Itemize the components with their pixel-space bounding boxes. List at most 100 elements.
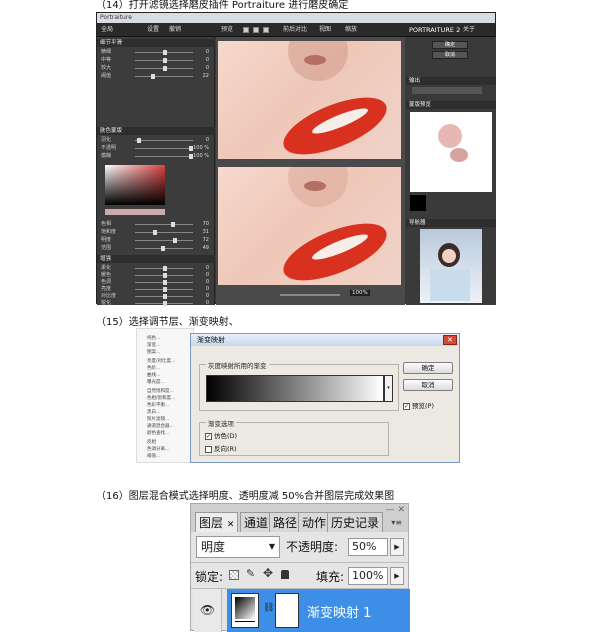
slider-saturation[interactable]: 饱和度 31 — [101, 229, 211, 236]
toolbar-view[interactable]: 视图 — [319, 23, 331, 37]
section-enhance[interactable]: 增强 — [97, 255, 215, 263]
menu-item[interactable]: 通道混合器... — [147, 423, 174, 429]
toolbar-undo[interactable]: 撤销 — [169, 23, 181, 37]
toolbar-compare[interactable]: 前后对比 — [283, 23, 307, 37]
zoom-slider[interactable] — [280, 294, 340, 296]
cancel-button[interactable]: 取消 — [403, 379, 453, 391]
step-14-text: （14）打开滤镜选择磨皮插件 Portraiture 进行磨皮确定 — [96, 0, 349, 11]
fill-input[interactable]: 100% — [348, 567, 388, 585]
menu-item[interactable]: 曝光度... — [147, 379, 165, 385]
slider-hue[interactable]: 色相 70 — [101, 221, 211, 228]
slider-lightness[interactable]: 明度 72 — [101, 237, 211, 244]
slider-tint[interactable]: 色调 0 — [101, 279, 211, 286]
tab-layers[interactable]: 图层 ✕ — [195, 512, 239, 532]
gradient-map-dialog: 渐变映射 ✕ 灰度映射所用的渐变 ▾ 渐变选项 ✓ 仿色(D) 反向(R) 确定 … — [190, 333, 460, 463]
menu-item[interactable]: 色彩平衡... — [147, 402, 169, 408]
section-output[interactable]: 输出 — [406, 77, 496, 85]
tab-actions[interactable]: 动作 — [298, 512, 331, 532]
menu-item[interactable]: 自然饱和度... — [147, 388, 174, 394]
fill-label: 填充: — [316, 570, 345, 584]
fill-arrow-icon[interactable]: ▶ — [390, 567, 404, 585]
menu-item[interactable]: 纯色... — [147, 335, 160, 341]
portraiture-toolbar: 全局 设置 撤销 预览 前后对比 视图 缩放 PORTRAITURE 2 关于 — [97, 23, 495, 37]
double-view-icon[interactable] — [263, 27, 269, 33]
zoom-value[interactable]: 100% — [350, 290, 370, 296]
section-detail-smoothing[interactable]: 细节平滑 — [97, 39, 215, 47]
menu-item[interactable]: 色相/饱和度... — [147, 395, 175, 401]
slider-sharpen[interactable]: 锐化 0 — [101, 300, 211, 307]
menu-item[interactable]: 图案... — [147, 349, 160, 355]
section-mask-preview[interactable]: 蒙版预览 — [406, 101, 496, 109]
gradient-dropdown-arrow[interactable]: ▾ — [384, 375, 393, 402]
menu-item[interactable]: 反相 — [147, 439, 156, 445]
menu-item[interactable]: 曲线... — [147, 372, 160, 378]
layer-name[interactable]: 渐变映射 1 — [307, 602, 371, 621]
single-view-icon[interactable] — [243, 27, 249, 33]
lock-image-icon[interactable]: ✎ — [246, 567, 255, 580]
tab-history[interactable]: 历史记录 — [327, 512, 384, 532]
output-select[interactable] — [412, 87, 482, 94]
slider-range[interactable]: 范围 49 — [101, 245, 211, 252]
menu-item[interactable]: 色调分离... — [147, 446, 169, 452]
slider-brightness[interactable]: 亮度 0 — [101, 286, 211, 293]
menu-item[interactable]: 照片滤镜... — [147, 416, 169, 422]
slider-feather[interactable]: 羽化 0 — [101, 137, 211, 144]
toolbar-zoom[interactable]: 缩放 — [345, 23, 357, 37]
toolbar-preview[interactable]: 预览 — [221, 23, 233, 37]
slider-warmth[interactable]: 暖色 0 — [101, 272, 211, 279]
panel-menu-icon[interactable]: ▾≡ — [391, 518, 402, 527]
slider-soften[interactable]: 柔化 0 — [101, 265, 211, 272]
menu-item[interactable]: 亮度/对比度... — [147, 358, 175, 364]
opacity-arrow-icon[interactable]: ▶ — [390, 538, 404, 556]
tab-paths[interactable]: 路径 — [269, 512, 302, 532]
dither-checkbox[interactable]: ✓ 仿色(D) — [205, 430, 237, 440]
mask-color-swatch[interactable] — [410, 195, 426, 211]
gradient-preview[interactable] — [206, 375, 384, 402]
panel-window-buttons[interactable]: — ✕ — [386, 505, 405, 515]
slider-blur[interactable]: 模糊 100 % — [101, 153, 211, 160]
eye-icon[interactable]: 👁 — [194, 589, 222, 632]
preview-before-image — [218, 41, 401, 159]
preview-checkbox[interactable]: ✓ 预览(P) — [403, 400, 434, 410]
reverse-checkbox[interactable]: 反向(R) — [205, 443, 237, 453]
layer-row-gradient-map[interactable]: ⛓ 渐变映射 1 — [227, 589, 410, 632]
ok-button[interactable]: 确定 — [432, 41, 468, 49]
split-view-icon[interactable] — [253, 27, 259, 33]
section-navigator[interactable]: 导航器 — [406, 219, 496, 227]
slider-threshold[interactable]: 阈值 22 — [101, 73, 211, 80]
close-icon[interactable]: ✕ — [443, 335, 457, 345]
skin-color-picker[interactable] — [105, 165, 165, 205]
opacity-input[interactable]: 50% — [348, 538, 388, 556]
close-tab-icon: ✕ — [226, 520, 235, 530]
slider-medium[interactable]: 中等 0 — [101, 57, 211, 64]
slider-fine[interactable]: 精细 0 — [101, 49, 211, 56]
cancel-button[interactable]: 取消 — [432, 51, 468, 59]
layers-tabs: 图层 ✕ 通道 路径 动作 历史记录 — ✕ ▾≡ — [191, 504, 408, 532]
navigator-thumbnail[interactable] — [420, 229, 482, 303]
ok-button[interactable]: 确定 — [403, 362, 453, 374]
blend-mode-select[interactable]: 明度 ▼ — [196, 536, 280, 558]
link-icon[interactable]: ⛓ — [263, 603, 274, 613]
slider-opacity[interactable]: 不透明 100 % — [101, 145, 211, 152]
layer-mask-thumbnail[interactable] — [275, 593, 299, 628]
menu-item[interactable]: 黑白... — [147, 409, 160, 415]
lock-all-icon[interactable] — [281, 570, 289, 579]
tab-channels[interactable]: 通道 — [240, 512, 273, 532]
menu-item[interactable]: 渐变... — [147, 342, 160, 348]
mask-preview-image — [410, 112, 492, 192]
preview-area: 100% — [216, 37, 405, 305]
section-skin-mask[interactable]: 肤色蒙版 — [97, 127, 215, 135]
lock-transparent-icon[interactable] — [229, 570, 239, 580]
menu-item[interactable]: 阈值... — [147, 453, 160, 459]
toolbar-global[interactable]: 全局 — [101, 23, 113, 37]
slider-large[interactable]: 较大 0 — [101, 65, 211, 72]
menu-item[interactable]: 颜色查找... — [147, 430, 169, 436]
slider-contrast[interactable]: 对比度 0 — [101, 293, 211, 300]
chevron-down-icon: ▼ — [268, 542, 275, 551]
lock-label: 锁定: — [195, 570, 224, 584]
adjustment-thumbnail[interactable] — [231, 593, 259, 628]
about-link[interactable]: 关于 — [463, 23, 475, 37]
lock-position-icon[interactable]: ✥ — [263, 566, 273, 580]
toolbar-settings[interactable]: 设置 — [147, 23, 159, 37]
menu-item[interactable]: 色阶... — [147, 365, 160, 371]
